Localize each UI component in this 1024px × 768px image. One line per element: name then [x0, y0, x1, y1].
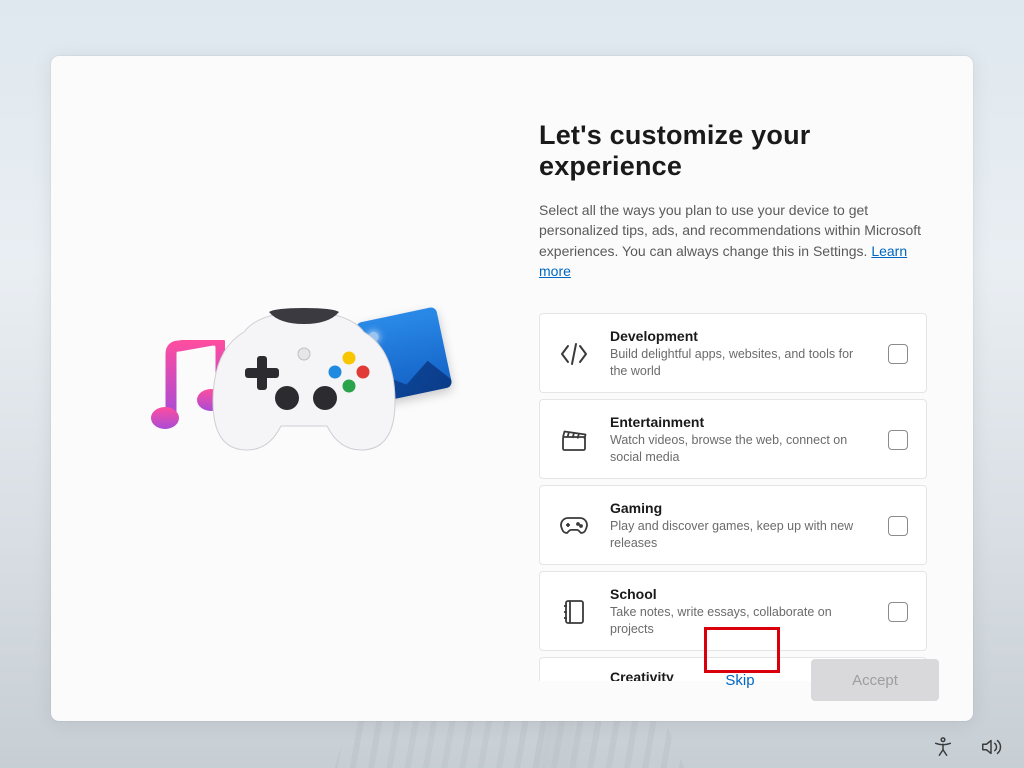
- volume-icon[interactable]: [980, 736, 1002, 758]
- gamepad-icon: [556, 508, 592, 544]
- option-entertainment[interactable]: Entertainment Watch videos, browse the w…: [539, 399, 927, 479]
- checkbox[interactable]: [888, 344, 908, 364]
- oobe-panel: Let's customize your experience Select a…: [51, 56, 973, 721]
- skip-button[interactable]: Skip: [703, 659, 777, 701]
- sparkle-icon: [556, 660, 592, 682]
- option-title: Gaming: [610, 500, 870, 516]
- checkbox[interactable]: [888, 516, 908, 536]
- option-school[interactable]: School Take notes, write essays, collabo…: [539, 571, 927, 651]
- option-desc: Play and discover games, keep up with ne…: [610, 518, 870, 551]
- option-development[interactable]: Development Build delightful apps, websi…: [539, 313, 927, 393]
- footer-actions: Skip Accept: [703, 659, 939, 701]
- accessibility-icon[interactable]: [932, 736, 954, 758]
- system-tray: [932, 736, 1002, 758]
- illustration-pane: [51, 56, 489, 721]
- option-title: School: [610, 586, 870, 602]
- content-pane: Let's customize your experience Select a…: [489, 56, 973, 721]
- page-title: Let's customize your experience: [539, 120, 927, 182]
- option-title: Entertainment: [610, 414, 870, 430]
- option-title: Development: [610, 328, 870, 344]
- option-desc: Watch videos, browse the web, connect on…: [610, 432, 870, 465]
- code-icon: [556, 336, 592, 372]
- page-subtitle: Select all the ways you plan to use your…: [539, 200, 927, 281]
- clapboard-icon: [556, 422, 592, 458]
- checkbox[interactable]: [888, 430, 908, 450]
- option-desc: Take notes, write essays, collaborate on…: [610, 604, 870, 637]
- option-gaming[interactable]: Gaming Play and discover games, keep up …: [539, 485, 927, 565]
- accept-button[interactable]: Accept: [811, 659, 939, 701]
- option-desc: Build delightful apps, websites, and too…: [610, 346, 870, 379]
- gamepad-illus: [209, 306, 399, 456]
- checkbox[interactable]: [888, 602, 908, 622]
- notebook-icon: [556, 594, 592, 630]
- options-list: Development Build delightful apps, websi…: [539, 313, 927, 681]
